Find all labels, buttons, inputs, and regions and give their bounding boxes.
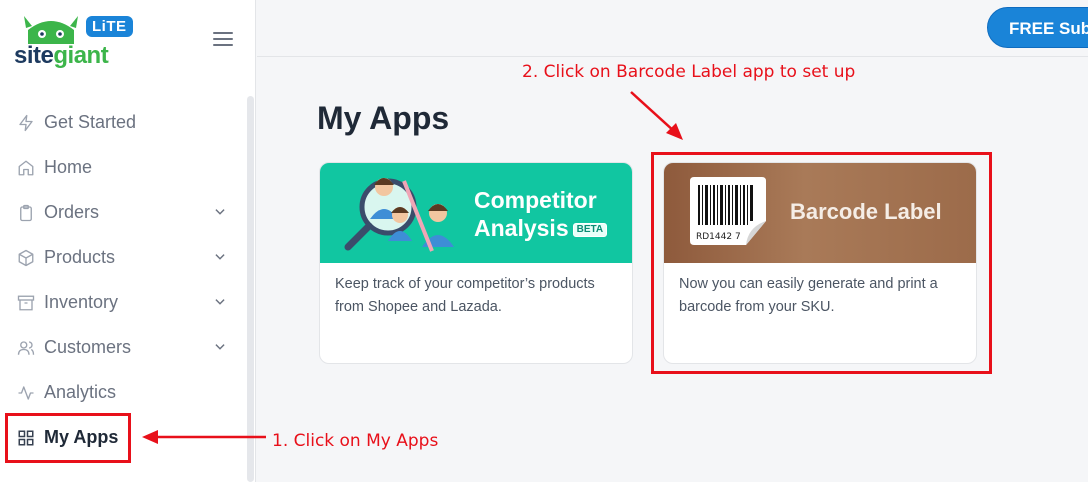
- magnifier-people-icon: [344, 178, 454, 252]
- free-subscription-button[interactable]: FREE Subscription: [987, 7, 1088, 48]
- users-icon: [16, 338, 36, 358]
- lite-badge: LiTE: [86, 16, 133, 37]
- brand-name: sitegiant: [14, 42, 109, 69]
- sidebar-item-label: Orders: [44, 202, 100, 222]
- sidebar-item-customers[interactable]: Customers: [0, 325, 245, 370]
- sidebar-nav: Get Started Home Orders Products Invento…: [0, 100, 245, 460]
- clipboard-icon: [16, 203, 36, 223]
- brand-name-part2: giant: [53, 42, 109, 69]
- home-icon: [16, 158, 36, 178]
- chevron-down-icon[interactable]: [213, 205, 227, 219]
- top-bar: FREE Subscription: [257, 0, 1088, 57]
- app-description: Keep track of your competitor’s products…: [335, 276, 595, 315]
- sidebar-item-orders[interactable]: Orders: [0, 190, 245, 235]
- menu-toggle-icon[interactable]: [213, 32, 233, 48]
- annotation-step2: 2. Click on Barcode Label app to set up: [522, 62, 856, 82]
- sidebar: LiTE sitegiant Get Started Home Orders P…: [0, 0, 256, 482]
- sidebar-item-label: Home: [44, 157, 93, 177]
- sidebar-item-label: Customers: [44, 337, 132, 357]
- sidebar-item-label: Products: [44, 247, 116, 267]
- annotation-highlight-barcode-card: [651, 152, 992, 374]
- sitegiant-logo[interactable]: LiTE sitegiant: [14, 14, 133, 70]
- annotation-arrow-1: [142, 430, 266, 444]
- chevron-down-icon[interactable]: [213, 295, 227, 309]
- sidebar-item-home[interactable]: Home: [0, 145, 245, 190]
- sidebar-item-products[interactable]: Products: [0, 235, 245, 280]
- archive-icon: [16, 293, 36, 313]
- activity-icon: [16, 383, 36, 403]
- annotation-arrow-2: [630, 91, 683, 140]
- annotation-highlight-my-apps: [5, 413, 131, 463]
- sidebar-item-label: Analytics: [44, 382, 117, 402]
- app-banner-title: Competitor Analysis BETA: [474, 186, 608, 242]
- chevron-down-icon[interactable]: [213, 340, 227, 354]
- annotation-step1: 1. Click on My Apps: [272, 431, 439, 451]
- app-card-competitor-analysis[interactable]: Competitor Analysis BETA Keep track of yo…: [319, 162, 633, 364]
- brand-name-part1: site: [14, 42, 54, 69]
- sidebar-item-label: Inventory: [44, 292, 119, 312]
- sidebar-scrollbar[interactable]: [247, 96, 254, 482]
- box-icon: [16, 248, 36, 268]
- sidebar-item-label: Get Started: [44, 112, 137, 132]
- beta-badge: BETA: [572, 222, 608, 237]
- sidebar-item-get-started[interactable]: Get Started: [0, 100, 245, 145]
- chevron-down-icon[interactable]: [213, 250, 227, 264]
- page-title: My Apps: [317, 100, 450, 136]
- app-banner: Competitor Analysis BETA: [320, 163, 632, 263]
- sidebar-item-inventory[interactable]: Inventory: [0, 280, 245, 325]
- sidebar-item-analytics[interactable]: Analytics: [0, 370, 245, 415]
- bolt-icon: [16, 113, 36, 133]
